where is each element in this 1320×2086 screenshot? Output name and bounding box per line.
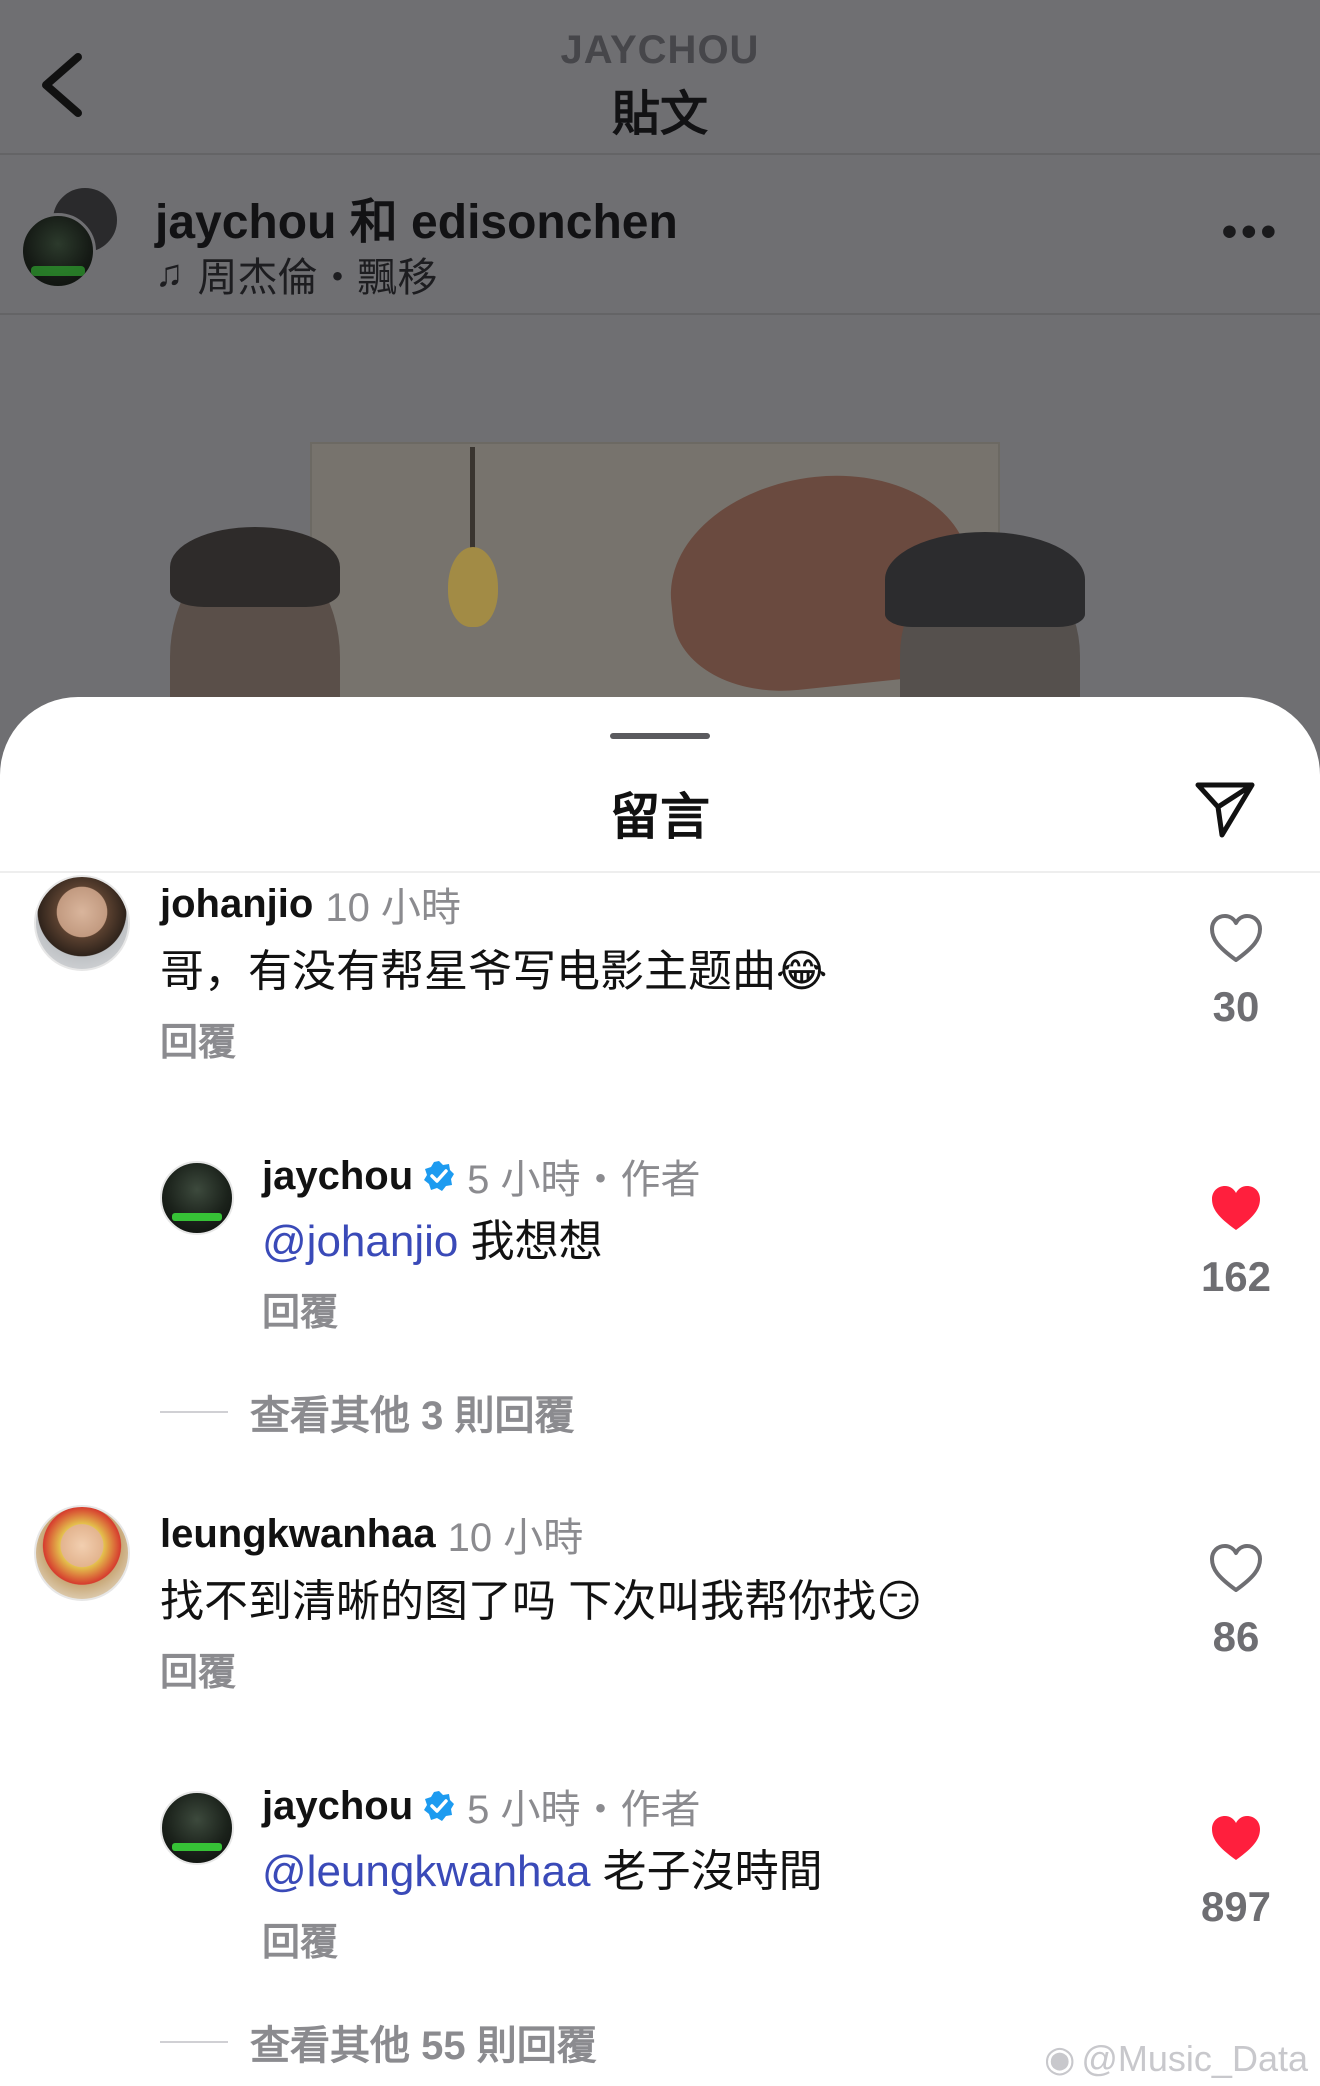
avatar[interactable] bbox=[160, 1791, 234, 1865]
top-navigation-bar: JAYCHOU 貼文 bbox=[0, 0, 1320, 155]
view-more-replies[interactable]: 查看其他 55 則回覆 bbox=[160, 2013, 597, 2071]
thread-line bbox=[160, 2041, 228, 2043]
comment-time: 10 小時 bbox=[447, 1516, 584, 1560]
reply-meta: 5 小時・作者 bbox=[467, 1158, 701, 1202]
lightbulb-drawing bbox=[448, 547, 498, 627]
like-count: 86 bbox=[1212, 1613, 1260, 1660]
reply-button[interactable]: 回覆 bbox=[262, 1281, 338, 1336]
post-authors[interactable]: jaychou 和 edisonchen bbox=[155, 182, 678, 252]
reply-button[interactable]: 回覆 bbox=[160, 1011, 236, 1066]
comment-username[interactable]: johanjio bbox=[160, 882, 313, 927]
collab-avatars[interactable] bbox=[20, 185, 120, 289]
avatar[interactable] bbox=[34, 875, 130, 971]
avatar-jaychou bbox=[20, 213, 96, 289]
heart-outline-icon[interactable] bbox=[1208, 1543, 1264, 1595]
heart-filled-icon[interactable] bbox=[1208, 1183, 1264, 1235]
heart-filled-icon[interactable] bbox=[1208, 1813, 1264, 1865]
comments-title: 留言 bbox=[610, 789, 710, 845]
reply-username[interactable]: jaychou bbox=[262, 1154, 413, 1199]
post-music[interactable]: ♫ 周杰倫・飄移 bbox=[155, 245, 438, 303]
avatar[interactable] bbox=[160, 1161, 234, 1235]
comment-text: 找不到清晰的图了吗 下次叫我帮你找😏 bbox=[160, 1565, 922, 1629]
watermark: ◉ @Music_Data bbox=[1044, 2038, 1308, 2080]
weibo-logo-icon: ◉ bbox=[1043, 2038, 1076, 2079]
account-name: JAYCHOU bbox=[560, 28, 760, 72]
view-more-replies[interactable]: 查看其他 3 則回覆 bbox=[160, 1383, 574, 1441]
comment-body: 哥，有没有帮星爷写电影主题曲 bbox=[160, 947, 776, 996]
comment-username[interactable]: leungkwanhaa bbox=[160, 1512, 436, 1557]
music-note-icon: ♫ bbox=[155, 252, 184, 295]
reply-username[interactable]: jaychou bbox=[262, 1784, 413, 1829]
verified-badge-icon bbox=[424, 1791, 455, 1821]
reply-text: @johanjio 我想想 bbox=[262, 1205, 603, 1269]
tears-of-joy-emoji: 😂 bbox=[776, 947, 828, 996]
post-photo bbox=[0, 317, 1320, 737]
view-more-replies-label: 查看其他 3 則回覆 bbox=[250, 1394, 575, 1438]
reply-button[interactable]: 回覆 bbox=[160, 1641, 236, 1696]
like-count: 897 bbox=[1200, 1883, 1272, 1930]
reply-meta: 5 小時・作者 bbox=[467, 1788, 701, 1832]
smirk-emoji: 😏 bbox=[876, 1577, 923, 1626]
reply-button[interactable]: 回覆 bbox=[262, 1911, 338, 1966]
verified-badge-icon bbox=[424, 1161, 455, 1191]
mention-link[interactable]: @johanjio bbox=[262, 1217, 458, 1266]
sheet-grab-handle[interactable] bbox=[610, 733, 710, 739]
heart-outline-icon[interactable] bbox=[1208, 913, 1264, 965]
like-count: 162 bbox=[1200, 1253, 1272, 1300]
comment-text: 哥，有没有帮星爷写电影主题曲😂 bbox=[160, 935, 827, 999]
reply-text: @leungkwanhaa 老子沒時間 bbox=[262, 1835, 823, 1899]
view-more-replies-label: 查看其他 55 則回覆 bbox=[250, 2024, 597, 2068]
page-title: 貼文 bbox=[611, 88, 708, 141]
reply-body: 老子沒時間 bbox=[590, 1847, 823, 1896]
comment-body: 找不到清晰的图了吗 下次叫我帮你找 bbox=[160, 1577, 877, 1626]
post-header: jaychou 和 edisonchen ♫ 周杰倫・飄移 ••• bbox=[0, 157, 1320, 315]
watermark-text: @Music_Data bbox=[1081, 2038, 1308, 2079]
send-icon[interactable] bbox=[1192, 775, 1258, 841]
mention-link[interactable]: @leungkwanhaa bbox=[262, 1847, 590, 1896]
music-label: 周杰倫・飄移 bbox=[197, 256, 438, 300]
lightbulb-cord bbox=[470, 447, 475, 557]
comment-time: 10 小時 bbox=[325, 886, 461, 930]
reply-body: 我想想 bbox=[458, 1217, 603, 1266]
sheet-divider bbox=[0, 871, 1320, 873]
like-count: 30 bbox=[1212, 983, 1260, 1030]
comments-sheet: 留言 johanjio 10 小時 哥，有没有帮星爷写电影主题曲😂 回覆 30 … bbox=[0, 697, 1320, 2086]
thread-line bbox=[160, 1411, 228, 1413]
more-options-icon[interactable]: ••• bbox=[1222, 207, 1280, 257]
avatar[interactable] bbox=[34, 1505, 130, 1601]
